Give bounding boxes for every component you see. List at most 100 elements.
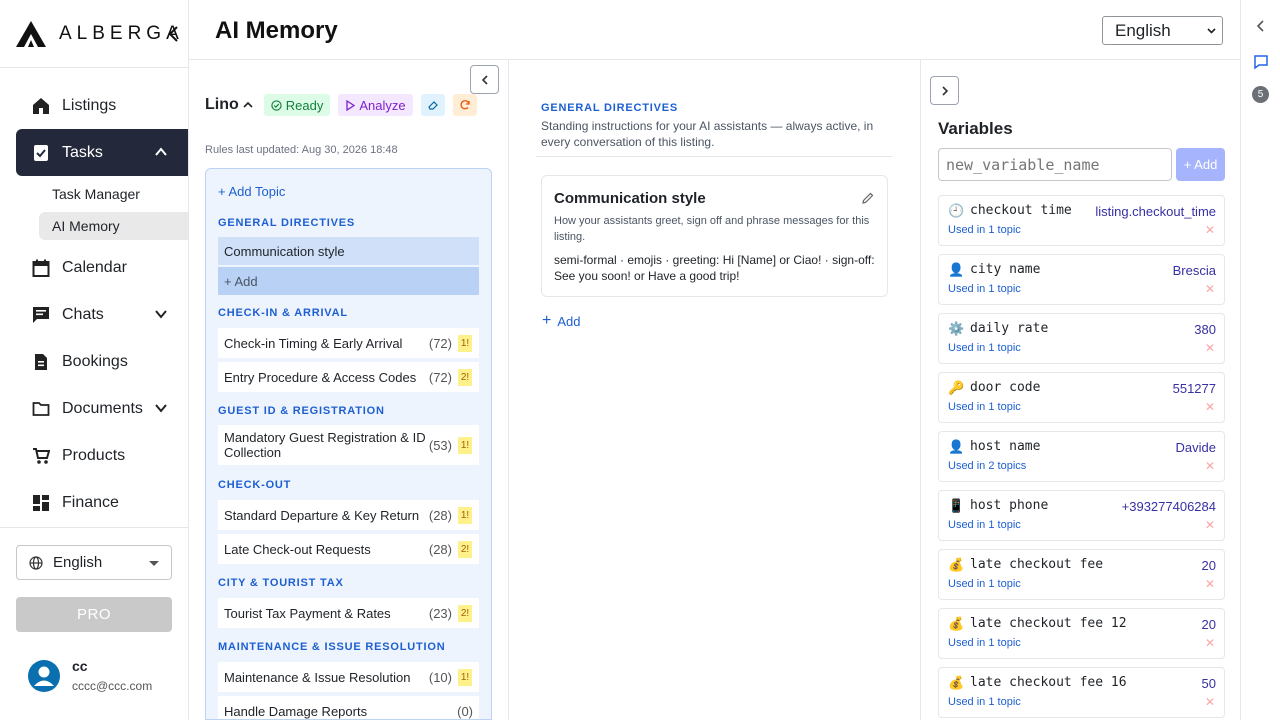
sidebar-item-tasks[interactable]: Tasks [16, 129, 188, 176]
variable-icon: ⚙️ [948, 321, 965, 336]
sidebar-subitem-task-manager[interactable]: Task Manager [39, 180, 188, 208]
collapse-topics-button[interactable] [470, 65, 499, 94]
header-language-value: English [1115, 20, 1171, 40]
delete-variable-icon[interactable]: ✕ [1205, 577, 1215, 591]
sidebar: ALBERGA Listings Tasks Task Manager AI M… [0, 0, 189, 720]
caret-down-icon [149, 561, 159, 566]
pencil-icon[interactable] [861, 191, 875, 205]
sidebar-language-select[interactable]: English [16, 545, 172, 580]
sidebar-item-bookings[interactable]: Bookings [0, 338, 188, 385]
topic-flag-badge: 1! [458, 436, 472, 454]
variable-value[interactable]: Davide [1176, 440, 1216, 455]
eraser-button[interactable] [420, 94, 445, 116]
collapse-sidebar-icon[interactable] [166, 24, 182, 44]
chevron-up-icon[interactable] [154, 145, 168, 159]
topic-count: (72) [428, 369, 452, 385]
variable-card[interactable]: 🕘 checkout time listing.checkout_time Used … [938, 195, 1225, 246]
user-profile[interactable]: cc cccc@ccc.com [27, 658, 152, 693]
chevron-left-icon[interactable] [1253, 18, 1269, 34]
variable-value[interactable]: 20 [1202, 617, 1216, 632]
variable-name: host phone [970, 498, 1049, 513]
variable-card[interactable]: 💰 late checkout fee 20 Used in 1 topic ✕ [938, 549, 1225, 600]
sidebar-item-documents[interactable]: Documents [0, 385, 188, 432]
topic-item[interactable]: Standard Departure & Key Return (28) 1! [218, 500, 479, 530]
chevron-down-icon[interactable] [154, 307, 168, 321]
variable-card[interactable]: ⚙️ daily rate 380 Used in 1 topic ✕ [938, 313, 1225, 364]
variable-value[interactable]: listing.checkout_time [1095, 204, 1216, 219]
topic-item[interactable]: Entry Procedure & Access Codes (72) 2! [218, 362, 479, 392]
variable-card[interactable]: 💰 late checkout fee 12 20 Used in 1 topic ✕ [938, 608, 1225, 659]
variable-card[interactable]: 👤 city name Brescia Used in 1 topic ✕ [938, 254, 1225, 305]
topic-communication-style[interactable]: Communication style [218, 237, 479, 265]
topic-item[interactable]: Handle Damage Reports (0) [218, 696, 479, 719]
topics-list: + Add Topic GENERAL DIRECTIVES Communica… [205, 168, 492, 720]
listing-name[interactable]: Lino [205, 96, 239, 114]
chevron-up-icon[interactable] [242, 99, 254, 111]
collapse-variables-button[interactable] [930, 76, 959, 105]
variable-usage[interactable]: Used in 2 topics [948, 460, 1026, 472]
refresh-button[interactable] [452, 94, 477, 116]
add-label: + Add [224, 273, 258, 289]
section-header: CHECK-OUT [218, 479, 292, 491]
variable-usage[interactable]: Used in 1 topic [948, 696, 1021, 708]
add-directive-button[interactable]: + Add [542, 312, 580, 330]
variable-value[interactable]: 50 [1202, 676, 1216, 691]
topic-item[interactable]: Tourist Tax Payment & Rates (23) 2! [218, 598, 479, 628]
add-general-directive-button[interactable]: + Add [218, 267, 479, 295]
delete-variable-icon[interactable]: ✕ [1205, 518, 1215, 532]
header-language-select[interactable]: English [1102, 16, 1223, 45]
directive-card: Communication style How your assistants … [541, 175, 888, 297]
variable-usage[interactable]: Used in 1 topic [948, 224, 1021, 236]
variable-value[interactable]: 380 [1194, 322, 1216, 337]
variable-usage[interactable]: Used in 1 topic [948, 401, 1021, 413]
variable-usage[interactable]: Used in 1 topic [948, 519, 1021, 531]
topic-item[interactable]: Check-in Timing & Early Arrival (72) 1! [218, 328, 479, 358]
variable-card[interactable]: 👤 host name Davide Used in 2 topics ✕ [938, 431, 1225, 482]
variable-usage[interactable]: Used in 1 topic [948, 283, 1021, 295]
pro-button[interactable]: PRO [16, 597, 172, 632]
variable-icon: 💰 [948, 557, 965, 572]
variable-value[interactable]: Brescia [1173, 263, 1216, 278]
variable-card[interactable]: 💰 late checkout fee 16 50 Used in 1 topic ✕ [938, 667, 1225, 718]
new-variable-input[interactable] [938, 148, 1172, 181]
sidebar-item-calendar[interactable]: Calendar [0, 244, 188, 291]
chevron-down-icon [1207, 28, 1216, 34]
delete-variable-icon[interactable]: ✕ [1205, 459, 1215, 473]
chat-bubble-icon[interactable] [1253, 54, 1269, 70]
topic-item[interactable]: Maintenance & Issue Resolution (10) 1! [218, 662, 479, 692]
chevron-down-icon[interactable] [154, 401, 168, 415]
delete-variable-icon[interactable]: ✕ [1205, 282, 1215, 296]
topic-item[interactable]: Late Check-out Requests (28) 2! [218, 534, 479, 564]
variable-value[interactable]: 20 [1202, 558, 1216, 573]
notification-badge[interactable]: 5 [1252, 86, 1269, 103]
analyze-button[interactable]: Analyze [338, 94, 413, 116]
delete-variable-icon[interactable]: ✕ [1205, 341, 1215, 355]
variable-card[interactable]: 📱 host phone +393277406284 Used in 1 topic ✕ [938, 490, 1225, 541]
variable-usage[interactable]: Used in 1 topic [948, 637, 1021, 649]
add-topic-button[interactable]: + Add Topic [218, 184, 285, 199]
sidebar-item-finance[interactable]: Finance [0, 479, 188, 526]
variable-usage[interactable]: Used in 1 topic [948, 342, 1021, 354]
variable-card[interactable]: 🔑 door code 551277 Used in 1 topic ✕ [938, 372, 1225, 423]
main-nav: Listings Tasks Task Manager AI Memory Ca… [0, 68, 188, 526]
directives-description: Standing instructions for your AI assist… [541, 119, 874, 149]
sidebar-item-listings[interactable]: Listings [0, 82, 188, 129]
user-name: cc [72, 658, 88, 674]
delete-variable-icon[interactable]: ✕ [1205, 400, 1215, 414]
calendar-icon [32, 259, 50, 277]
sidebar-item-label: Listings [62, 96, 117, 114]
sidebar-item-chats[interactable]: Chats [0, 291, 188, 338]
sidebar-footer: English PRO cc cccc@ccc.com [0, 527, 188, 720]
topic-item[interactable]: Mandatory Guest Registration & ID Collec… [218, 425, 479, 465]
delete-variable-icon[interactable]: ✕ [1205, 223, 1215, 237]
variable-value[interactable]: +393277406284 [1122, 499, 1216, 514]
delete-variable-icon[interactable]: ✕ [1205, 636, 1215, 650]
sidebar-item-label: Documents [62, 399, 143, 417]
delete-variable-icon[interactable]: ✕ [1205, 695, 1215, 709]
variable-value[interactable]: 551277 [1173, 381, 1216, 396]
sidebar-subitem-ai-memory[interactable]: AI Memory [39, 212, 188, 240]
variable-name: host name [970, 439, 1041, 454]
variable-usage[interactable]: Used in 1 topic [948, 578, 1021, 590]
sidebar-item-products[interactable]: Products [0, 432, 188, 479]
add-variable-button[interactable]: + Add [1176, 148, 1225, 181]
